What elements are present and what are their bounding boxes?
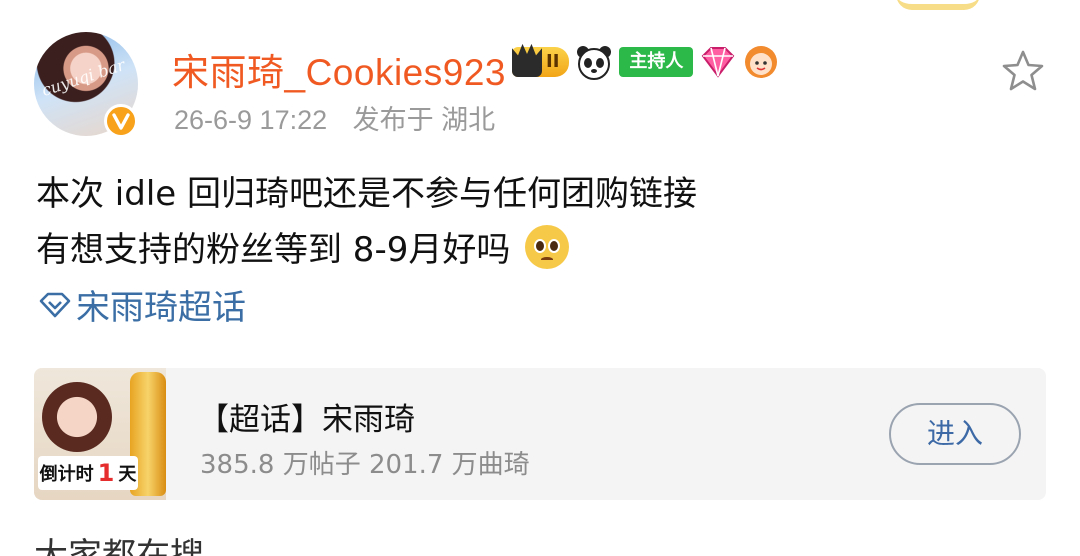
content-line: 本次 idle 回归琦吧还是不参与任何团购链接 [36,174,698,214]
avatar-text: cuyuqi bar [39,55,128,100]
user-badges: II 主持人 [512,42,779,82]
thumbnail-portrait [42,382,112,452]
super-topic-link[interactable]: 宋雨琦超话 [38,280,246,329]
level-badge-label: II [546,51,560,72]
favorite-star-icon[interactable] [1000,48,1046,94]
countdown-unit: 天 [118,464,137,485]
content-line-text: 有想支持的粉丝等到 8-9月好吗 [36,230,511,270]
trending-search-heading: 大家都在搜 [34,536,204,556]
super-topic-diamond-icon [39,292,71,317]
content-line-with-emoji: 有想支持的粉丝等到 8-9月好吗 [36,222,697,278]
countdown-number: 1 [97,459,115,487]
verified-icon [104,104,138,138]
countdown-prefix: 倒计时 [39,464,94,485]
pleading-face-emoji-icon [525,225,570,269]
card-thumbnail: 倒计时 1 天 [34,368,166,500]
super-topic-label: 宋雨琦超话 [76,288,246,328]
post-content: 本次 idle 回归琦吧还是不参与任何团购链接 有想支持的粉丝等到 8-9月好吗 [36,166,697,278]
card-title: 【超话】宋雨琦 [198,402,415,438]
card-stats: 385.8 万帖子 201.7 万曲琦 [200,450,530,480]
panda-icon[interactable] [575,43,613,81]
post-location: 发布于 湖北 [352,105,496,135]
username-link[interactable]: 宋雨琦_Cookies923 [172,42,506,96]
enter-button[interactable]: 进入 [889,403,1021,465]
diamond-member-icon[interactable] [699,44,737,80]
thumbnail-countdown: 倒计时 1 天 [38,456,138,490]
post-meta: 26-6-9 17:22 发布于 湖北 [174,98,495,137]
host-badge[interactable]: 主持人 [619,47,694,77]
crown-icon [512,43,542,77]
fan-girl-icon[interactable] [743,44,779,80]
weibo-post: cuyuqi bar 宋雨琦_Cookies923 II 主持人 26-6-9 … [0,0,1080,556]
post-time: 26-6-9 17:22 [174,105,328,135]
top-decoration [896,0,980,10]
level-badge[interactable]: II [512,43,570,77]
super-topic-card[interactable]: 倒计时 1 天 【超话】宋雨琦 385.8 万帖子 201.7 万曲琦 进入 [34,368,1046,500]
